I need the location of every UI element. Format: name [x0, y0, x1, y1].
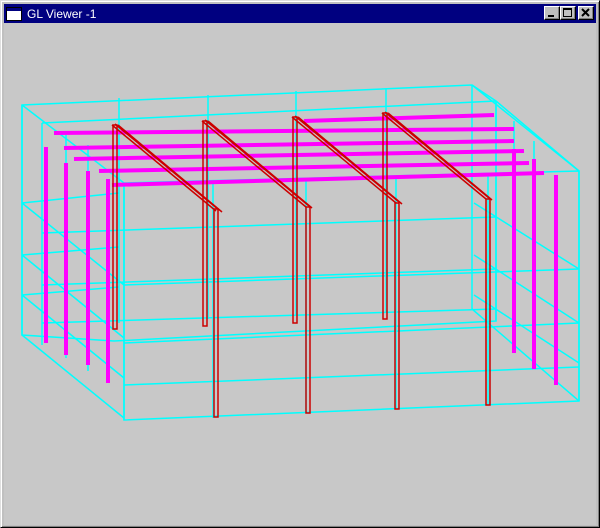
- structure-wireframe-render[interactable]: [4, 23, 596, 525]
- close-button[interactable]: [578, 6, 594, 20]
- maximize-icon: [563, 8, 572, 17]
- gl-viewport[interactable]: [4, 23, 596, 525]
- minimize-icon: [548, 15, 554, 17]
- window-title: GL Viewer -1: [27, 6, 97, 21]
- window-controls: [544, 6, 594, 20]
- minimize-button[interactable]: [544, 6, 560, 20]
- window-icon[interactable]: [6, 6, 22, 21]
- secondary-members: [44, 113, 558, 385]
- close-icon: [581, 8, 590, 17]
- maximize-button[interactable]: [560, 6, 576, 20]
- gl-viewer-window: GL Viewer -1: [0, 0, 600, 528]
- title-bar[interactable]: GL Viewer -1: [4, 4, 596, 23]
- wireframe-grid: [21, 84, 580, 421]
